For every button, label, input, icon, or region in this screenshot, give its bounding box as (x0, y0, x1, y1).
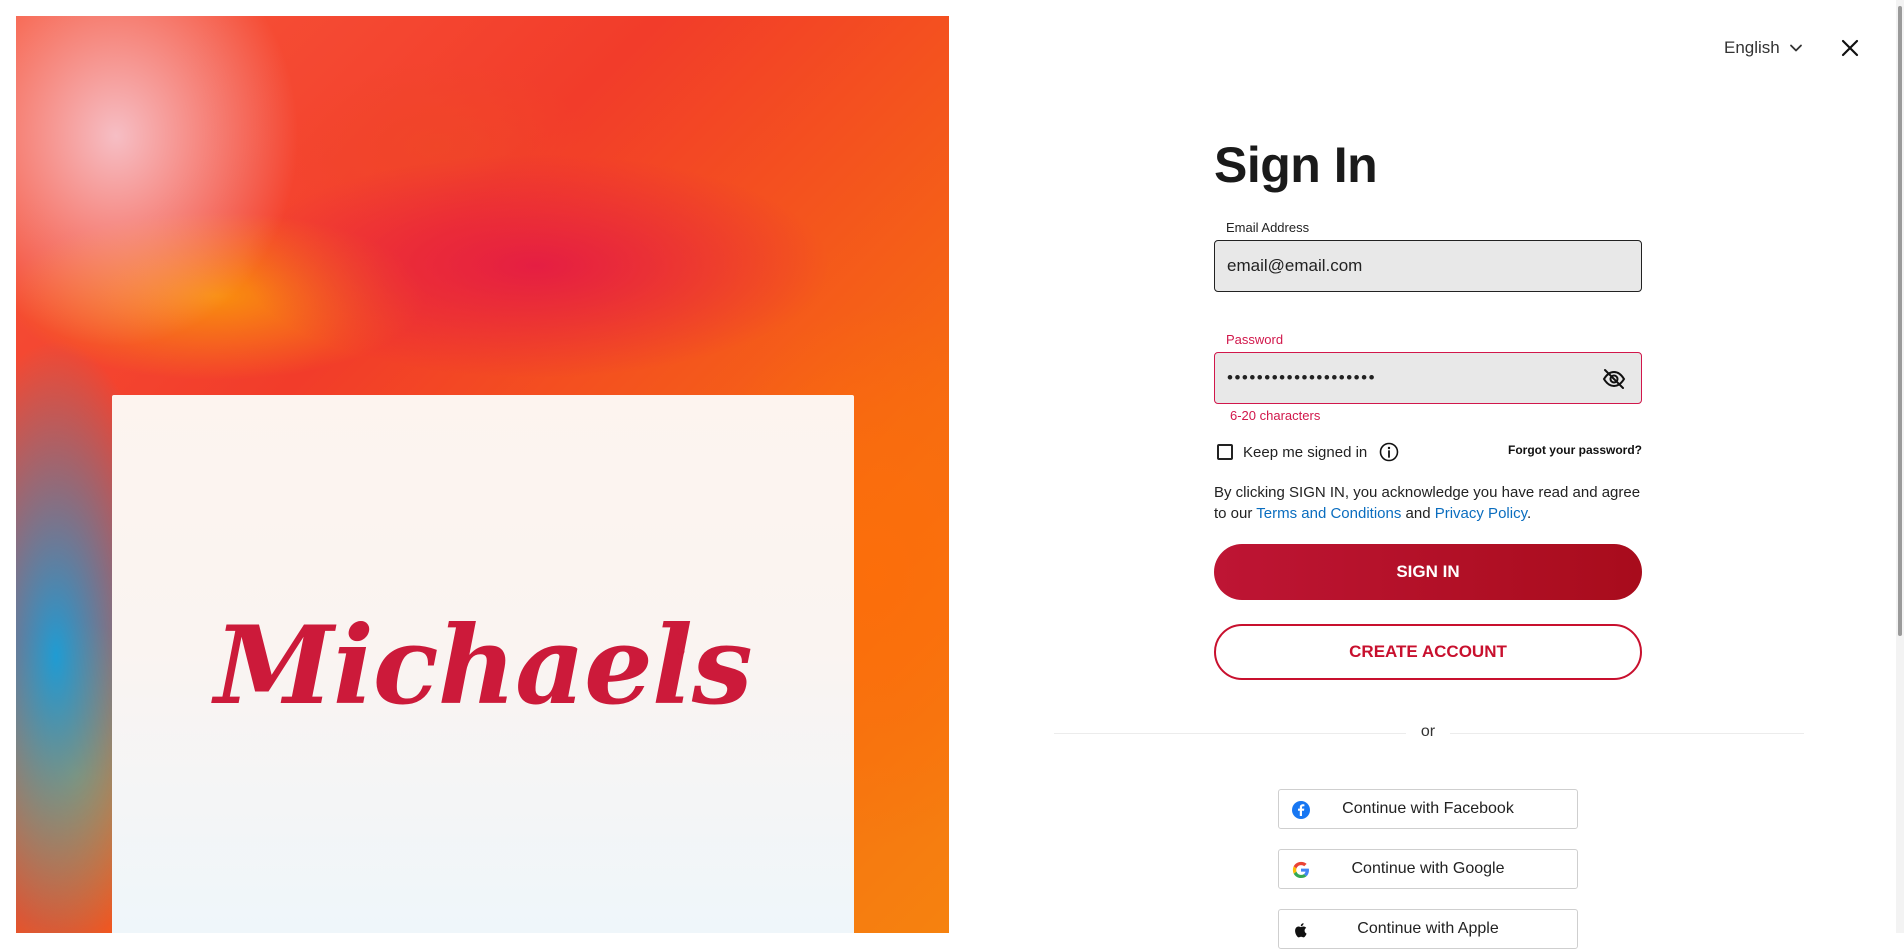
info-icon[interactable] (1379, 442, 1399, 462)
google-button[interactable]: Continue with Google (1278, 849, 1578, 889)
divider-or: or (1406, 723, 1450, 741)
chevron-down-icon (1789, 44, 1802, 52)
registered-mark: ® (675, 645, 686, 658)
apple-button-label: Continue with Apple (1357, 920, 1499, 937)
password-field[interactable] (1227, 368, 1591, 388)
email-label: Email Address (1226, 220, 1310, 235)
sign-in-button[interactable]: SIGN IN (1214, 544, 1642, 600)
scrollbar-thumb[interactable] (1898, 6, 1902, 636)
close-button[interactable] (1836, 34, 1864, 62)
email-field-wrapper (1214, 240, 1642, 292)
password-label: Password (1226, 332, 1284, 347)
password-field-wrapper (1214, 352, 1642, 404)
forgot-password-link[interactable]: Forgot your password? (1508, 443, 1642, 457)
password-helper-text: 6-20 characters (1230, 408, 1321, 423)
close-icon (1841, 39, 1859, 57)
facebook-icon (1292, 801, 1310, 819)
keep-signed-in-checkbox[interactable] (1217, 444, 1233, 460)
facebook-button[interactable]: Continue with Facebook (1278, 789, 1578, 829)
terms-notice: By clicking SIGN IN, you acknowledge you… (1214, 482, 1642, 524)
create-account-button[interactable]: CREATE ACCOUNT (1214, 624, 1642, 680)
hero-artwork: Michaels ® (16, 16, 949, 933)
page-title: Sign In (1214, 137, 1378, 193)
language-label: English (1724, 38, 1780, 57)
logo-card: Michaels ® (112, 395, 854, 933)
google-button-label: Continue with Google (1351, 860, 1505, 877)
google-icon (1292, 861, 1309, 878)
email-field[interactable] (1227, 256, 1591, 276)
terms-suffix: . (1526, 505, 1532, 522)
terms-link[interactable]: Terms and Conditions (1256, 505, 1401, 522)
facebook-button-label: Continue with Facebook (1342, 800, 1514, 817)
apple-icon (1295, 923, 1307, 938)
terms-middle: and (1401, 505, 1435, 522)
apple-button[interactable]: Continue with Apple (1278, 909, 1578, 949)
michaels-logo: Michaels (214, 603, 752, 729)
keep-signed-in: Keep me signed in (1217, 442, 1399, 462)
privacy-link[interactable]: Privacy Policy (1435, 505, 1527, 522)
eye-off-icon[interactable] (1601, 366, 1627, 392)
keep-signed-in-label: Keep me signed in (1243, 443, 1368, 461)
language-selector[interactable]: English (1724, 36, 1804, 60)
